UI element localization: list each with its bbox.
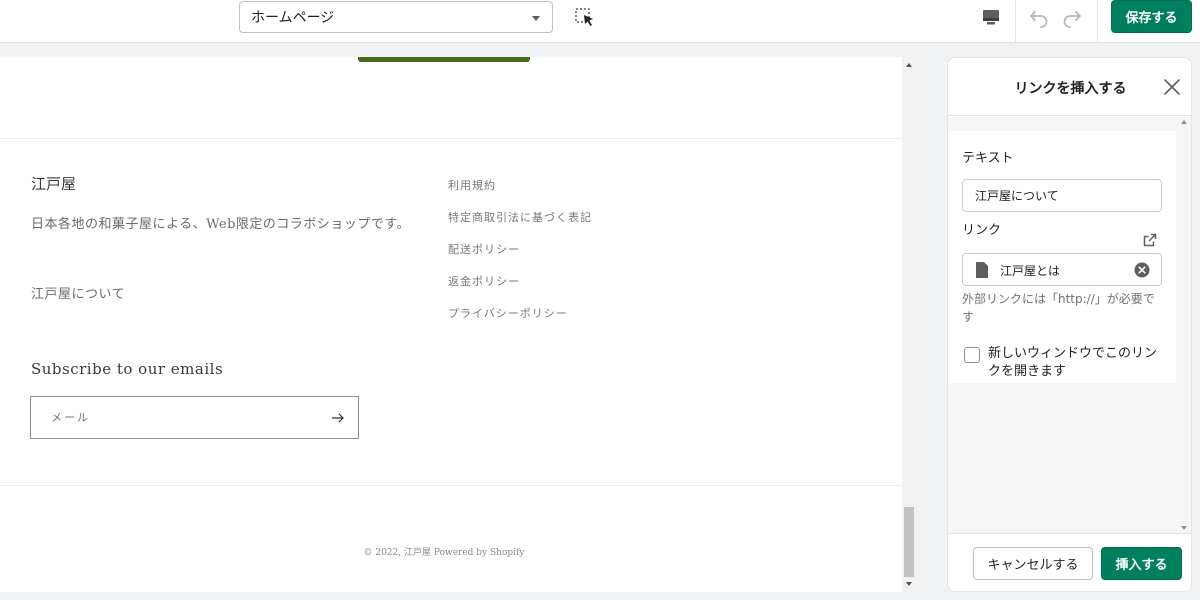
green-button-edge (358, 57, 530, 62)
footer-link-refund-policy[interactable]: 返金ポリシー (448, 273, 592, 305)
undo-icon[interactable] (1028, 6, 1050, 28)
chevron-down-icon (532, 16, 540, 21)
panel-header: リンクを挿入する (948, 58, 1191, 116)
scrollbar-thumb[interactable] (904, 507, 914, 577)
link-form: テキスト リンク 江戸屋とは 外部リンクには「http://」が必要です (948, 131, 1176, 383)
close-icon[interactable] (1162, 77, 1182, 97)
about-link[interactable]: 江戸屋について (31, 283, 125, 302)
panel-scrollbar[interactable] (1178, 117, 1191, 533)
desktop-preview-icon[interactable] (980, 6, 1002, 28)
divider (0, 485, 902, 486)
panel-body: テキスト リンク 江戸屋とは 外部リンクには「http://」が必要です (948, 117, 1191, 533)
footer-link-privacy-policy[interactable]: プライバシーポリシー (448, 305, 592, 337)
toolbar-divider (1015, 0, 1016, 43)
insert-button[interactable]: 挿入する (1101, 547, 1182, 580)
scroll-down-arrow-icon[interactable] (1181, 526, 1187, 530)
panel-title: リンクを挿入する (1014, 81, 1127, 97)
insert-link-panel: リンクを挿入する テキスト リンク 江戸屋とは (947, 57, 1192, 592)
link-picker-field[interactable]: 江戸屋とは (962, 253, 1162, 286)
inspector-select-icon[interactable] (573, 6, 597, 28)
storefront-preview: 江戸屋 日本各地の和菓子屋による、Web限定のコラボショップです。 江戸屋につい… (0, 57, 902, 592)
link-label: リンク (962, 223, 1002, 238)
scroll-down-arrow-icon[interactable] (906, 582, 912, 586)
footer-link-terms[interactable]: 利用規約 (448, 177, 592, 209)
external-link-icon[interactable] (1143, 233, 1157, 247)
scroll-up-arrow-icon[interactable] (1181, 120, 1187, 124)
new-window-checkbox[interactable] (964, 347, 980, 363)
redo-icon[interactable] (1061, 6, 1083, 28)
clear-circle-icon[interactable] (1134, 262, 1150, 278)
toolbar-divider (1097, 0, 1098, 43)
subscribe-heading: Subscribe to our emails (31, 360, 224, 378)
newsletter-form (30, 396, 359, 439)
save-button[interactable]: 保存する (1111, 0, 1192, 33)
cancel-button[interactable]: キャンセルする (973, 547, 1093, 580)
scroll-up-arrow-icon[interactable] (906, 63, 912, 67)
footer-link-shipping-policy[interactable]: 配送ポリシー (448, 241, 592, 273)
editor-topbar: ホームページ 保存する (0, 0, 1200, 43)
panel-footer: キャンセルする 挿入する (948, 533, 1191, 591)
email-field[interactable] (31, 397, 321, 438)
footer-shop-name: 江戸屋 (31, 175, 77, 193)
link-text-field[interactable] (962, 179, 1162, 212)
page-select-value: ホームページ (251, 10, 335, 26)
text-label: テキスト (962, 151, 1014, 166)
copyright-text: © 2022, 江戸屋 Powered by Shopify (363, 548, 525, 558)
link-value: 江戸屋とは (1000, 264, 1061, 278)
footer-shop-description: 日本各地の和菓子屋による、Web限定のコラボショップです。 (31, 217, 411, 232)
new-window-label[interactable]: 新しいウィンドウでこのリンクを開きます (988, 345, 1168, 381)
footer-link-legal-notice[interactable]: 特定商取引法に基づく表記 (448, 209, 592, 241)
divider (0, 138, 902, 139)
link-help-text: 外部リンクには「http://」が必要です (962, 292, 1155, 324)
page-icon (976, 262, 988, 278)
arrow-right-icon[interactable] (330, 410, 346, 426)
footer-links: 利用規約 特定商取引法に基づく表記 配送ポリシー 返金ポリシー プライバシーポリ… (448, 177, 592, 337)
page-select[interactable]: ホームページ (239, 1, 553, 33)
